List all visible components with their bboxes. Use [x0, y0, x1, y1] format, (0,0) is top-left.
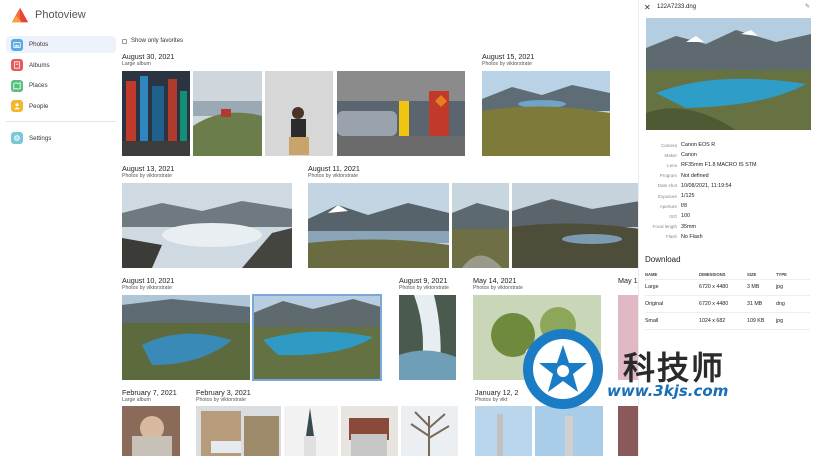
photo-thumbnail[interactable]	[122, 406, 180, 456]
download-table: NAME DIMENSIONS SIZE TYPE Large 6720 x 4…	[645, 270, 810, 330]
exif-row: Date shot 10/08/2021, 11:19:54	[657, 182, 732, 189]
exif-row: Maker Canon	[664, 152, 697, 159]
date-group: May 14, 2021 Photos by viktorstrate	[473, 276, 523, 292]
sidebar-item-settings[interactable]: Settings	[6, 130, 116, 147]
pin-icon[interactable]: ✎	[805, 3, 810, 10]
app-logo[interactable]: Photoview	[11, 6, 86, 24]
sidebar-divider	[6, 120, 116, 122]
watermark-logo-icon	[523, 329, 603, 409]
date-group: August 10, 2021 Photos by viktorstrate	[122, 276, 174, 292]
group-date: August 10, 2021	[122, 276, 175, 285]
download-heading: Download	[645, 255, 681, 264]
sidebar-item-people[interactable]: People	[6, 98, 116, 115]
group-date: January 12, 2	[475, 388, 519, 397]
date-group: February 3, 2021 Photos by viktorstrate	[196, 388, 251, 404]
sidebar-item-label: People	[29, 102, 49, 110]
sidebar: Photoview Photos Albums Places People Se…	[0, 0, 118, 456]
date-group: August 13, 2021 Photos by viktorstrate	[122, 164, 174, 180]
download-table-header: NAME DIMENSIONS SIZE TYPE	[645, 270, 810, 280]
sidebar-item-places[interactable]: Places	[6, 77, 116, 94]
close-icon[interactable]: ✕	[644, 3, 651, 12]
exif-row: Lens RF35mm F1.8 MACRO IS STM	[667, 162, 757, 169]
photo-thumbnail[interactable]	[284, 406, 338, 456]
photo-thumbnail[interactable]	[482, 71, 610, 156]
group-album: Large album	[122, 397, 151, 403]
group-date: August 15, 2021	[482, 52, 535, 61]
photo-preview	[646, 18, 811, 130]
photo-thumbnail[interactable]	[308, 183, 449, 268]
date-group: May 1	[618, 276, 638, 285]
exif-row: ISO 100	[669, 213, 690, 220]
sidebar-item-label: Places	[29, 82, 48, 89]
group-album: Photos by viktorstrate	[122, 285, 172, 291]
date-group: January 12, 2 Photos by vikt	[475, 388, 519, 404]
app-name: Photoview	[35, 9, 86, 21]
photo-thumbnail[interactable]	[337, 71, 465, 156]
group-date: February 3, 2021	[196, 388, 251, 397]
photo-thumbnail[interactable]	[122, 71, 190, 156]
people-icon	[11, 100, 23, 112]
sidebar-item-albums[interactable]: Albums	[6, 57, 116, 74]
group-album: Photos by viktorstrate	[399, 285, 449, 291]
exif-row: Exposure 1/125	[657, 193, 695, 200]
date-group: August 15, 2021 Photos by viktorstrate	[482, 52, 534, 68]
photos-icon	[11, 38, 23, 51]
albums-icon	[11, 59, 23, 71]
exif-row: Flash No Flash	[665, 233, 703, 240]
photo-thumbnail[interactable]	[193, 71, 262, 156]
photo-thumbnail[interactable]	[452, 183, 509, 268]
group-date: August 9, 2021	[399, 276, 448, 285]
photo-thumbnail[interactable]	[122, 183, 292, 268]
sidebar-item-photos[interactable]: Photos	[6, 36, 116, 53]
favorites-filter[interactable]: Show only favorites	[122, 38, 183, 44]
watermark: 科技师 www.3kjs.com	[515, 325, 815, 415]
date-group: August 30, 2021 Large album	[122, 52, 174, 68]
date-group: August 9, 2021 Photos by viktorstrate	[399, 276, 449, 292]
exif-row: Camera Canon EOS R	[660, 142, 716, 149]
photo-thumbnail-selected[interactable]	[252, 294, 382, 381]
group-date: August 30, 2021	[122, 52, 175, 61]
photo-thumbnail[interactable]	[401, 406, 458, 456]
date-group: February 7, 2021 Large album	[122, 388, 177, 404]
photo-thumbnail[interactable]	[341, 406, 398, 456]
watermark-url: www.3kjs.com	[607, 382, 729, 400]
download-row[interactable]: Original 6720 x 4480 31 MB dng	[645, 295, 810, 313]
sidebar-item-label: Photos	[29, 41, 49, 48]
sidebar-item-label: Albums	[29, 61, 50, 69]
exif-list: Camera Canon EOS R Maker Canon Lens RF35mm …	[639, 140, 815, 242]
sidebar-nav: Photos Albums Places People Settings	[6, 36, 116, 150]
group-date: August 11, 2021	[308, 164, 360, 173]
group-album: Large album	[122, 61, 151, 67]
photoview-app: Photoview Photos Albums Places People Se…	[0, 0, 815, 456]
photo-thumbnail[interactable]	[196, 406, 281, 456]
favorites-checkbox[interactable]	[122, 38, 127, 44]
sidebar-item-label: Settings	[29, 134, 52, 142]
group-album: Photos by viktorstrate	[196, 397, 246, 403]
download-row[interactable]: Large 6720 x 4480 3 MB jpg	[645, 279, 810, 297]
exif-row: Aperture f/8	[659, 203, 687, 210]
photo-thumbnail[interactable]	[512, 183, 638, 268]
photo-thumbnail[interactable]	[399, 295, 456, 380]
photo-thumbnail[interactable]	[265, 71, 333, 156]
favorites-label: Show only favorites	[131, 38, 184, 44]
photo-thumbnail[interactable]	[122, 295, 250, 380]
date-group: August 11, 2021 Photos by viktorstrate	[308, 164, 360, 180]
exif-row: Focal length 35mm	[652, 223, 696, 230]
group-date: May 1	[618, 276, 638, 285]
group-date: May 14, 2021	[473, 276, 517, 285]
gear-icon	[11, 132, 23, 144]
photoview-logo-icon	[11, 7, 29, 23]
group-album: Photos by viktorstrate	[308, 173, 358, 179]
group-album: Photos by vikt	[475, 397, 508, 403]
group-album: Photos by viktorstrate	[473, 285, 523, 291]
exif-row: Program Not defined	[659, 172, 709, 179]
group-album: Photos by viktorstrate	[482, 61, 532, 67]
places-icon	[11, 79, 23, 92]
group-date: August 13, 2021	[122, 164, 175, 173]
group-album: Photos by viktorstrate	[122, 173, 172, 179]
group-date: February 7, 2021	[122, 388, 177, 397]
panel-filename: 122A7233.dng	[657, 4, 697, 10]
